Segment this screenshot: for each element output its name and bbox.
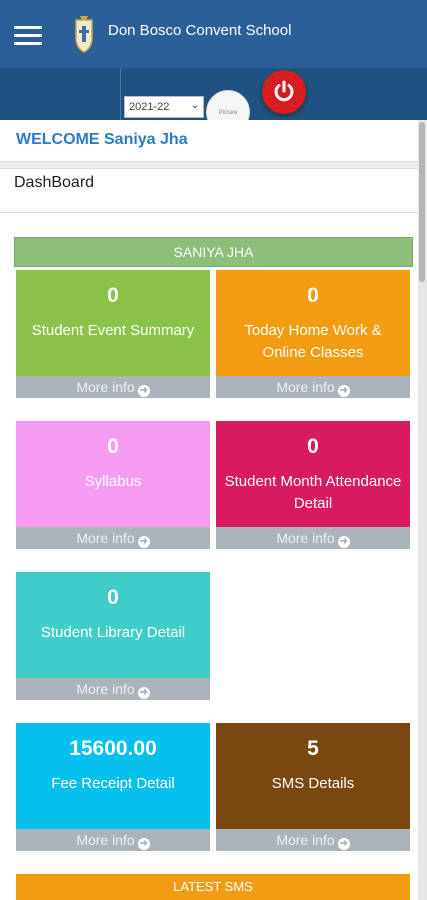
card-count: 0	[107, 435, 119, 458]
card-fee-receipt[interactable]: 15600.00 Fee Receipt Detail More info ➜	[16, 723, 210, 851]
card-library-detail[interactable]: 0 Student Library Detail More info ➜	[16, 572, 210, 700]
arrow-right-circle-icon: ➜	[137, 385, 150, 397]
card-count: 0	[307, 284, 319, 307]
more-info-label: More info	[76, 832, 135, 848]
more-info-link[interactable]: More info ➜	[16, 376, 210, 398]
card-label: Today Home Work & Online Classes	[244, 322, 382, 361]
session-year-select[interactable]: 2021-22 ⌄	[124, 96, 204, 118]
more-info-label: More info	[276, 379, 335, 395]
student-name-banner: SANIYA JHA	[14, 237, 413, 267]
more-info-link[interactable]: More info ➜	[16, 678, 210, 700]
card-count: 0	[107, 284, 119, 307]
divider	[0, 212, 418, 213]
card-homework-online-classes[interactable]: 0 Today Home Work & Online Classes More …	[216, 270, 410, 398]
card-label: Student Library Detail	[40, 624, 186, 641]
page-title: DashBoard	[14, 174, 95, 191]
more-info-link[interactable]: More info ➜	[16, 527, 210, 549]
logout-button[interactable]	[262, 70, 306, 114]
school-name: Don Bosco Convent School	[108, 22, 292, 39]
card-count: 15600.00	[69, 737, 157, 760]
card-month-attendance[interactable]: 0 Student Month Attendance Detail More i…	[216, 421, 410, 549]
arrow-right-circle-icon: ➜	[337, 838, 350, 850]
avatar-label: Picture	[218, 110, 238, 116]
chevron-down-icon: ⌄	[190, 100, 199, 111]
card-label: Fee Receipt Detail	[51, 775, 175, 792]
more-info-link[interactable]: More info ➜	[216, 527, 410, 549]
card-count: 5	[307, 737, 319, 760]
more-info-link[interactable]: More info ➜	[216, 829, 410, 851]
more-info-label: More info	[76, 530, 135, 546]
more-info-label: More info	[76, 681, 135, 697]
power-icon	[274, 80, 294, 102]
arrow-right-circle-icon: ➜	[137, 536, 150, 548]
card-sms-details[interactable]: 5 SMS Details More info ➜	[216, 723, 410, 851]
more-info-label: More info	[276, 832, 335, 848]
welcome-text: WELCOME Saniya Jha	[16, 131, 188, 148]
more-info-link[interactable]: More info ➜	[16, 829, 210, 851]
more-info-label: More info	[276, 530, 335, 546]
card-label: Syllabus	[84, 473, 142, 490]
card-label: SMS Details	[271, 775, 355, 792]
arrow-right-circle-icon: ➜	[137, 687, 150, 699]
latest-sms-header: LATEST SMS	[16, 874, 410, 900]
school-logo-icon	[75, 16, 93, 53]
arrow-right-circle-icon: ➜	[137, 838, 150, 850]
more-info-label: More info	[76, 379, 135, 395]
card-student-event-summary[interactable]: 0 Student Event Summary More info ➜	[16, 270, 210, 398]
toolbar-divider	[120, 68, 121, 120]
arrow-right-circle-icon: ➜	[337, 385, 350, 397]
card-syllabus[interactable]: 0 Syllabus More info ➜	[16, 421, 210, 549]
card-count: 0	[107, 586, 119, 609]
card-label: Student Event Summary	[31, 322, 195, 339]
card-label: Student Month Attendance Detail	[224, 473, 402, 512]
card-count: 0	[307, 435, 319, 458]
scrollbar-thumb[interactable]	[419, 122, 425, 282]
menu-icon[interactable]	[14, 26, 42, 46]
session-year-value: 2021-22	[129, 101, 170, 113]
welcome-bar: WELCOME Saniya Jha	[0, 120, 418, 162]
arrow-right-circle-icon: ➜	[337, 536, 350, 548]
more-info-link[interactable]: More info ➜	[216, 376, 410, 398]
